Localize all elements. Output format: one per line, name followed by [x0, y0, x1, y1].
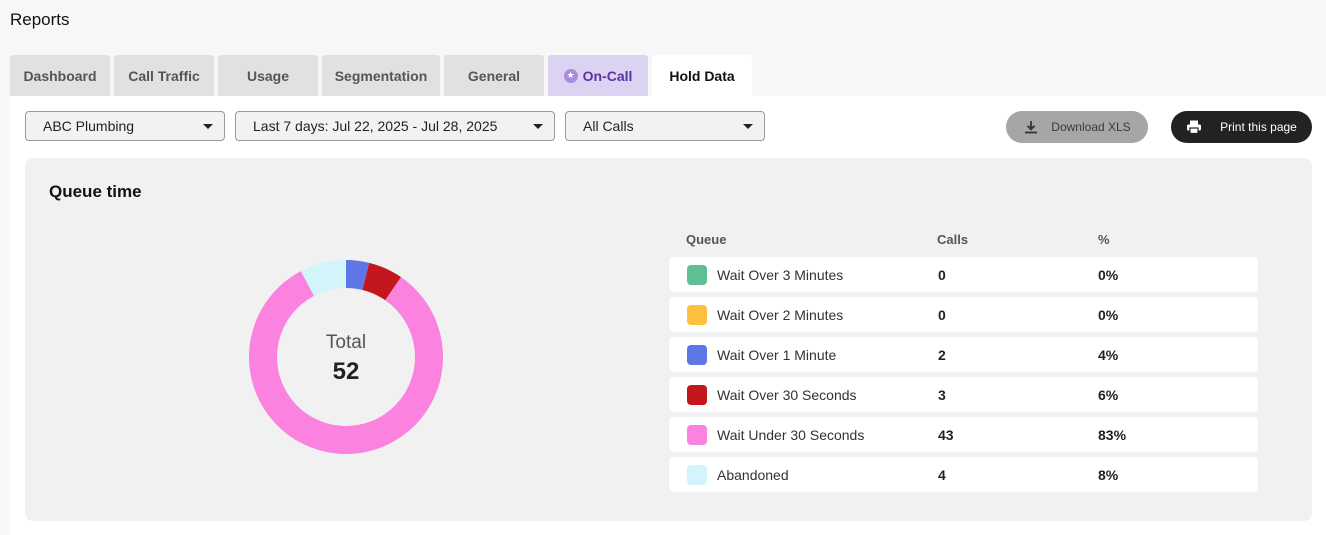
row-queue-name: Wait Over 1 Minute: [717, 347, 837, 363]
date-range-select[interactable]: Last 7 days: Jul 22, 2025 - Jul 28, 2025: [235, 111, 555, 141]
queue-donut-chart: [249, 260, 443, 454]
chevron-down-icon: [743, 123, 753, 129]
table-row: Abandoned 4 8%: [669, 457, 1258, 492]
tab-label: Call Traffic: [128, 67, 200, 84]
tab-label: Segmentation: [334, 67, 428, 84]
chevron-down-icon: [533, 123, 543, 129]
legend-swatch: [687, 265, 707, 285]
row-percent: 6%: [1098, 387, 1119, 403]
report-tabs: Dashboard Call Traffic Usage Segmentatio…: [10, 55, 752, 96]
legend-swatch: [687, 305, 707, 325]
tab-dashboard[interactable]: Dashboard: [10, 55, 110, 96]
column-header-pct: %: [1098, 232, 1110, 247]
row-calls: 2: [938, 347, 946, 363]
tab-general[interactable]: General: [444, 55, 544, 96]
row-queue-name: Wait Over 30 Seconds: [717, 387, 857, 403]
row-calls: 0: [938, 307, 946, 323]
tab-usage[interactable]: Usage: [218, 55, 318, 96]
chevron-down-icon: [203, 123, 213, 129]
row-calls: 0: [938, 267, 946, 283]
row-percent: 0%: [1098, 267, 1119, 283]
print-page-button[interactable]: Print this page: [1171, 111, 1312, 143]
star-icon: ★: [563, 68, 578, 83]
legend-swatch: [687, 425, 707, 445]
table-row: Wait Under 30 Seconds 43 83%: [669, 417, 1258, 452]
legend-swatch: [687, 465, 707, 485]
row-calls: 3: [938, 387, 946, 403]
table-row: Wait Over 1 Minute 2 4%: [669, 337, 1258, 372]
row-calls: 4: [938, 467, 946, 483]
row-queue-name: Abandoned: [717, 467, 789, 483]
row-percent: 4%: [1098, 347, 1119, 363]
download-xls-label: Download XLS: [1051, 120, 1131, 134]
tab-label: Usage: [246, 67, 290, 84]
account-select[interactable]: ABC Plumbing: [25, 111, 225, 141]
row-percent: 83%: [1098, 427, 1127, 443]
tab-on-call[interactable]: ★ On-Call: [548, 55, 648, 96]
donut-total-value: 52: [332, 358, 360, 385]
account-select-value: ABC Plumbing: [43, 118, 135, 134]
row-percent: 8%: [1098, 467, 1119, 483]
download-icon: [1025, 121, 1038, 134]
donut-total-label: Total: [325, 332, 367, 353]
report-panel: ABC Plumbing Last 7 days: Jul 22, 2025 -…: [10, 96, 1326, 535]
page-title: Reports: [10, 10, 70, 29]
row-percent: 0%: [1098, 307, 1119, 323]
tab-segmentation[interactable]: Segmentation: [322, 55, 440, 96]
queue-table: Wait Over 3 Minutes 0 0% Wait Over 2 Min…: [669, 257, 1258, 497]
date-range-select-value: Last 7 days: Jul 22, 2025 - Jul 28, 2025: [253, 118, 498, 134]
row-queue-name: Wait Over 3 Minutes: [717, 267, 844, 283]
printer-icon: [1187, 120, 1202, 135]
column-header-calls: Calls: [937, 232, 969, 247]
tab-label: General: [467, 67, 521, 84]
row-calls: 43: [938, 427, 954, 443]
row-queue-name: Wait Under 30 Seconds: [717, 427, 865, 443]
table-row: Wait Over 3 Minutes 0 0%: [669, 257, 1258, 292]
tab-label: Dashboard: [23, 67, 97, 84]
tab-label: On-Call: [582, 67, 633, 84]
row-queue-name: Wait Over 2 Minutes: [717, 307, 844, 323]
legend-swatch: [687, 385, 707, 405]
legend-swatch: [687, 345, 707, 365]
column-header-queue: Queue: [686, 232, 727, 247]
download-xls-button[interactable]: Download XLS: [1006, 111, 1148, 143]
card-title: Queue time: [49, 182, 142, 201]
tab-call-traffic[interactable]: Call Traffic: [114, 55, 214, 96]
call-type-select[interactable]: All Calls: [565, 111, 765, 141]
print-page-label: Print this page: [1220, 120, 1297, 134]
table-row: Wait Over 30 Seconds 3 6%: [669, 377, 1258, 412]
queue-time-card: Queue time Total 52 Queue Calls % Wait O…: [25, 158, 1312, 521]
tab-hold-data[interactable]: Hold Data: [652, 55, 752, 96]
tab-label: Hold Data: [669, 67, 735, 84]
call-type-select-value: All Calls: [583, 118, 634, 134]
table-row: Wait Over 2 Minutes 0 0%: [669, 297, 1258, 332]
